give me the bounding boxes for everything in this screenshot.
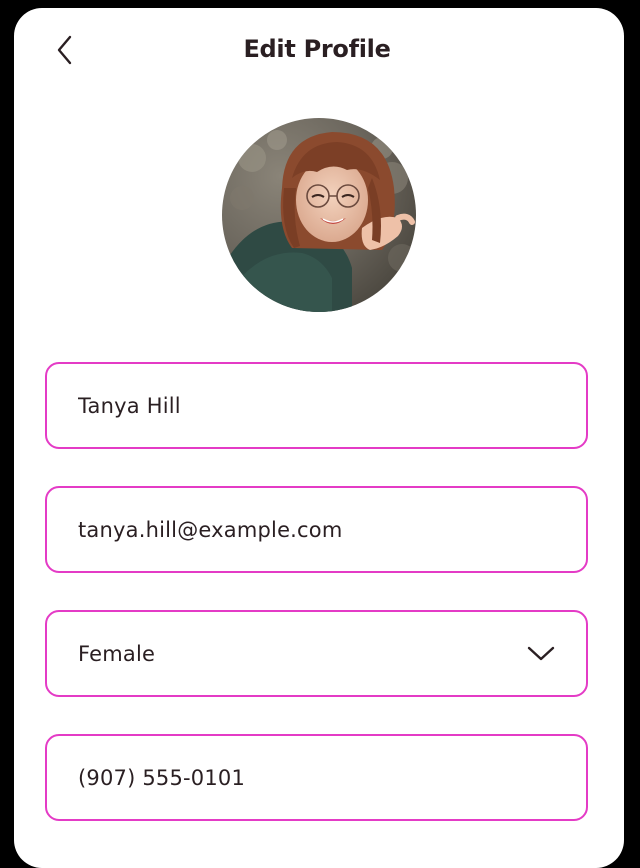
profile-photo [222, 118, 416, 312]
phone-value: (907) 555-0101 [78, 765, 246, 790]
chevron-down-icon [526, 644, 556, 664]
name-field[interactable]: Tanya Hill [45, 362, 588, 449]
header: Edit Profile [14, 8, 624, 92]
email-field[interactable]: tanya.hill@example.com [45, 486, 588, 573]
page-title: Edit Profile [243, 35, 391, 63]
edit-profile-screen: Edit Profile Tanya Hill tanya.hill@examp… [14, 8, 624, 868]
name-value: Tanya Hill [78, 393, 181, 418]
phone-field[interactable]: (907) 555-0101 [45, 734, 588, 821]
email-value: tanya.hill@example.com [78, 517, 343, 542]
gender-select[interactable]: Female [45, 610, 588, 697]
gender-value: Female [78, 641, 156, 666]
avatar[interactable] [222, 118, 416, 312]
